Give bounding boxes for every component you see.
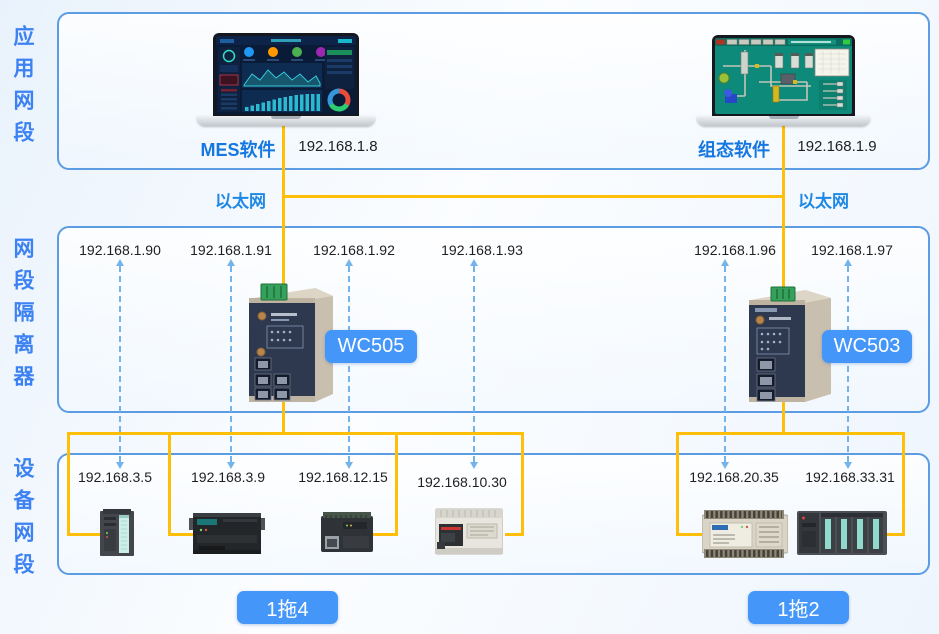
ethernet-label-right: 以太网	[798, 187, 849, 212]
mapping-arrow-2	[230, 266, 232, 462]
node-ip-4: 192.168.10.30	[402, 474, 522, 490]
laptop-base	[697, 116, 870, 126]
node-ip-2: 192.168.3.9	[168, 469, 288, 485]
section-label-application: 应用网段	[9, 25, 35, 153]
scada-hmi-graphic	[715, 38, 852, 114]
wire-drop-4-stub	[505, 533, 524, 536]
mitsubishi-fx-plc	[435, 506, 503, 558]
scada-hmi-screen	[712, 35, 855, 117]
laptop-base	[197, 116, 375, 126]
mitsubishi-q-series-plc	[797, 509, 887, 557]
wc505-model-badge: WC505	[325, 330, 417, 363]
section-label-isolator: 网段隔离器	[9, 237, 35, 397]
siemens-s7-1200-plc	[321, 512, 373, 554]
node-ip-3: 192.168.12.15	[283, 469, 403, 485]
mapping-arrow-4	[473, 266, 475, 462]
delta-dvp-plc	[702, 509, 788, 559]
isolator-port-ip-6: 192.168.1.97	[792, 242, 912, 258]
mapping-arrow-3	[348, 266, 350, 462]
mes-dashboard-screen	[213, 33, 359, 117]
wire-drop-3-stub	[370, 533, 398, 536]
isolator-port-ip-1: 192.168.1.90	[60, 242, 180, 258]
mes-dashboard-graphic	[216, 36, 356, 114]
node-ip-5: 192.168.20.35	[674, 469, 794, 485]
wire-bus-left	[67, 432, 524, 435]
mapping-arrow-6	[847, 266, 849, 462]
mes-ip: 192.168.1.8	[283, 138, 393, 155]
wire-bus-right	[676, 432, 905, 435]
node-ip-6: 192.168.33.31	[790, 469, 910, 485]
wc503-model-badge: WC503	[822, 330, 912, 363]
section-label-device: 设备网段	[9, 457, 35, 585]
isolator-port-ip-2: 192.168.1.91	[171, 242, 291, 258]
scada-ip: 192.168.1.9	[782, 138, 892, 155]
wc503-gateway-device	[743, 286, 833, 404]
one-to-four-badge: 1拖4	[237, 591, 338, 624]
node-ip-1: 192.168.3.5	[55, 469, 175, 485]
isolator-port-ip-4: 192.168.1.93	[422, 242, 542, 258]
siemens-s7-300-plc	[100, 509, 134, 558]
wire-ethernet-backbone	[282, 195, 785, 198]
one-to-two-badge: 1拖2	[748, 591, 849, 624]
wire-drop-1-stub	[67, 533, 104, 536]
mes-computer	[197, 33, 375, 127]
scada-software-label: 组态软件	[691, 136, 777, 162]
siemens-s7-200-plc	[189, 508, 265, 558]
mapping-arrow-1	[119, 266, 121, 462]
ethernet-label-left: 以太网	[215, 187, 266, 212]
isolator-port-ip-5: 192.168.1.96	[675, 242, 795, 258]
mapping-arrow-5	[724, 266, 726, 462]
scada-computer	[697, 35, 870, 127]
network-topology-diagram: 应用网段 网段隔离器 设备网段	[0, 0, 939, 634]
isolator-port-ip-3: 192.168.1.92	[294, 242, 414, 258]
wire-drop-6-stub	[884, 533, 905, 536]
mes-software-label: MES软件	[194, 136, 282, 162]
wc505-gateway-device	[241, 282, 333, 404]
